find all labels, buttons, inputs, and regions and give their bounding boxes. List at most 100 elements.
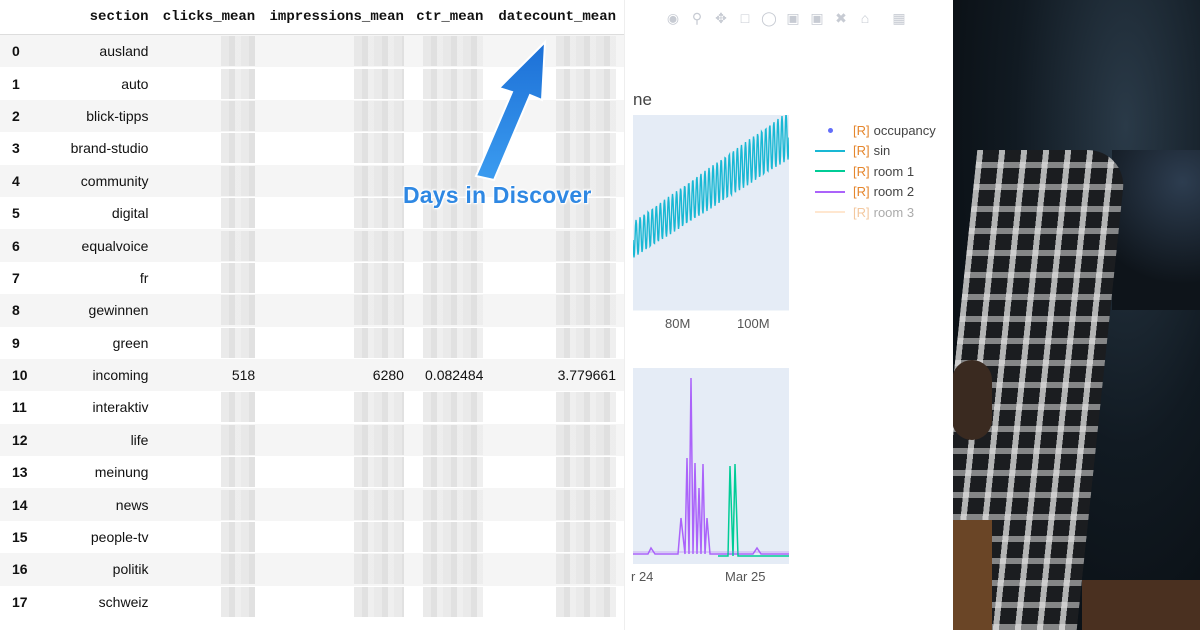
legend-label: room 1 <box>873 163 915 179</box>
table-row: 1 auto <box>0 67 624 99</box>
table-row: 10 incoming 518 6280 0.082484 3.779661 <box>0 358 624 392</box>
pan-icon[interactable]: ✥ <box>713 10 729 26</box>
redacted-value <box>221 36 256 67</box>
cell-ctr-mean <box>404 262 484 294</box>
room-series <box>633 377 789 557</box>
cell-clicks-mean <box>148 586 256 618</box>
redacted-value <box>353 262 404 293</box>
redacted-value <box>353 392 404 423</box>
legend-swatch <box>815 190 845 193</box>
reset-icon[interactable]: ⌂ <box>857 10 873 26</box>
redacted-value <box>423 36 484 67</box>
cell-impressions-mean <box>255 294 404 327</box>
table-row: 7 fr <box>0 262 624 294</box>
cell-ctr-mean <box>404 132 484 164</box>
cell-clicks-mean <box>148 229 256 262</box>
table-row: 9 green <box>0 327 624 359</box>
cell-section: brand-studio <box>70 140 149 157</box>
legend-item[interactable]: [R] room 2 <box>815 182 936 203</box>
zoom-icon[interactable]: ⚲ <box>689 10 705 26</box>
row-index: 11 <box>12 399 27 416</box>
cell-impressions-mean <box>255 99 404 133</box>
cell-ctr-mean <box>404 586 484 618</box>
redacted-value <box>423 68 484 99</box>
column-header-section: section <box>36 0 149 35</box>
redacted-value <box>353 230 404 261</box>
cell-clicks-mean <box>148 456 256 488</box>
cell-impressions-mean <box>255 262 404 294</box>
row-index: 0 <box>0 34 37 68</box>
table-row: 14 news <box>0 488 624 521</box>
cell-impressions-mean <box>255 34 404 68</box>
row-index: 1 <box>12 75 20 92</box>
legend-tag: [R] <box>853 184 870 200</box>
table-row: 0 ausland <box>0 34 624 68</box>
legend-swatch <box>815 149 845 152</box>
row-index: 10 <box>0 358 37 392</box>
cell-clicks-mean <box>148 488 256 521</box>
cell-section: auto <box>121 75 149 92</box>
table-row: 16 politik <box>0 553 624 586</box>
redacted-value <box>353 586 404 617</box>
redacted-value <box>353 295 404 326</box>
cell-section: gewinnen <box>36 294 149 327</box>
cell-impressions-mean: 6280 <box>255 358 404 392</box>
camera-icon[interactable]: ◉ <box>665 10 681 26</box>
row-index: 9 <box>12 334 20 351</box>
redacted-value <box>556 424 616 455</box>
cell-datecount-mean <box>483 229 624 262</box>
plotly-chart-panel: ◉ ⚲ ✥ □ ◯ ▣ ▣ ✖ ⌂ ▦ ne 80M 100M r 24 Mar… <box>624 0 953 630</box>
legend-item[interactable]: [R] room 3 <box>815 202 936 223</box>
lasso-icon[interactable]: ◯ <box>761 10 777 26</box>
redacted-value <box>556 230 616 261</box>
cell-datecount-mean <box>483 488 624 521</box>
x-tick-label: 100M <box>737 316 770 331</box>
cell-impressions-mean <box>255 197 404 229</box>
cell-impressions-mean <box>255 327 404 359</box>
zoom-out-icon[interactable]: ▣ <box>809 10 825 26</box>
legend-item[interactable]: [R] sin <box>815 141 936 162</box>
redacted-value <box>556 133 616 164</box>
table-row: 2 blick-tipps <box>0 99 624 133</box>
cell-clicks-mean <box>148 197 256 229</box>
redacted-value <box>556 100 616 131</box>
dataframe-table-panel: section clicks_mean impressions_mean ctr… <box>0 0 624 630</box>
cell-clicks-mean <box>148 294 256 327</box>
cell-clicks-mean <box>148 262 256 294</box>
cell-ctr-mean <box>404 521 484 553</box>
zoom-in-icon[interactable]: ▣ <box>785 10 801 26</box>
cell-clicks-mean <box>148 327 256 359</box>
column-header-impressions-mean: impressions_mean <box>255 0 404 35</box>
redacted-value <box>423 424 484 455</box>
cell-section: ausland <box>36 34 149 68</box>
row-index: 5 <box>12 205 20 222</box>
redacted-value <box>221 133 256 164</box>
cell-clicks-mean <box>148 423 256 457</box>
redacted-value <box>556 295 616 326</box>
legend-item[interactable]: [R] occupancy <box>815 120 936 141</box>
row-index: 16 <box>0 553 37 586</box>
cell-ctr-mean: 0.082484 <box>403 358 484 392</box>
cell-clicks-mean <box>148 34 256 68</box>
row-index: 2 <box>0 99 37 133</box>
redacted-value <box>353 457 404 488</box>
redacted-value <box>353 327 404 358</box>
legend-item[interactable]: [R] room 1 <box>815 161 936 182</box>
cell-section: politik <box>36 553 149 586</box>
cell-section: fr <box>139 269 149 286</box>
cell-ctr-mean <box>403 423 484 457</box>
cell-impressions-mean <box>255 488 404 521</box>
background-photo <box>952 0 1200 630</box>
column-header-datecount-mean: datecount_mean <box>483 0 624 35</box>
table-row: 6 equalvoice <box>0 229 624 262</box>
table-row: 15 people-tv <box>0 521 624 553</box>
redacted-value <box>556 489 616 520</box>
plotly-logo-icon[interactable]: ▦ <box>891 10 907 26</box>
redacted-value <box>423 100 484 131</box>
legend-tag: [R] <box>853 163 870 179</box>
redacted-value <box>423 133 484 164</box>
table-row: 17 schweiz <box>0 586 624 618</box>
box-select-icon[interactable]: □ <box>737 10 753 26</box>
autoscale-icon[interactable]: ✖ <box>833 10 849 26</box>
legend-label: room 2 <box>873 184 915 200</box>
